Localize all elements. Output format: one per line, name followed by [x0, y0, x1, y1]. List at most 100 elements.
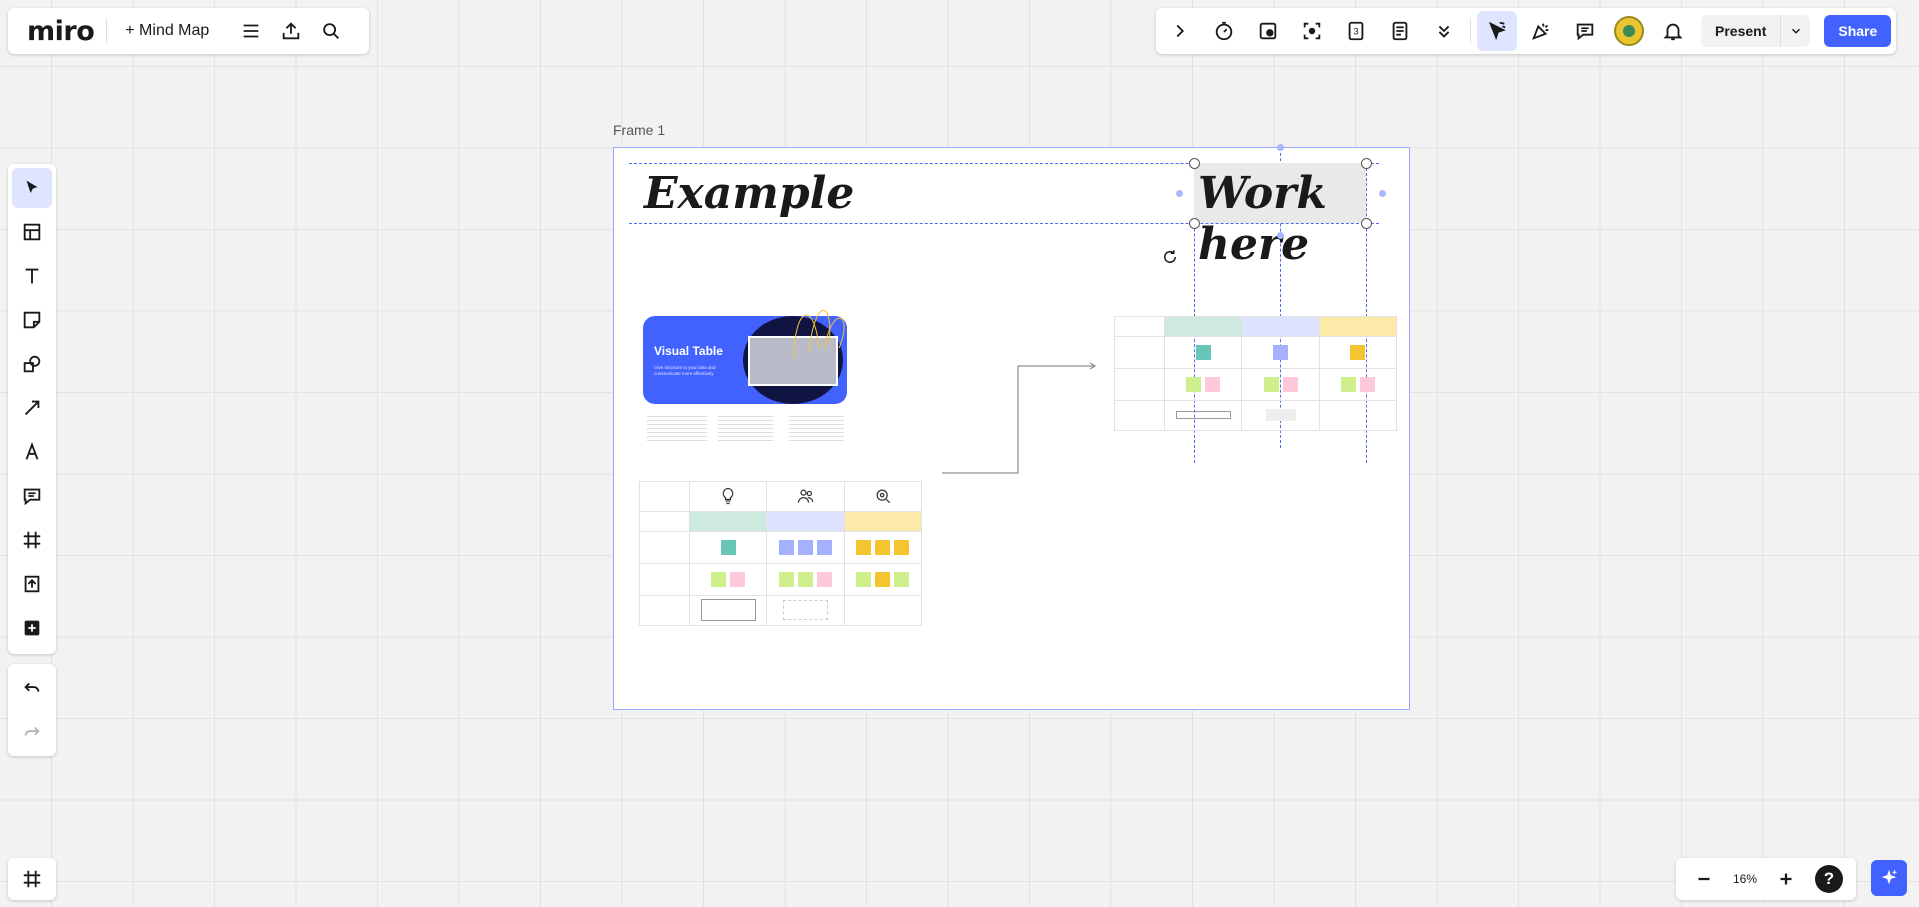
sticky-note[interactable] — [875, 571, 891, 587]
more-apps-icon[interactable] — [12, 608, 52, 648]
rotate-icon[interactable] — [1161, 248, 1179, 271]
table-cell — [1113, 336, 1166, 369]
ai-sparkle-button[interactable] — [1871, 860, 1907, 896]
sticky-note[interactable] — [730, 571, 746, 587]
miro-logo[interactable]: miro — [27, 16, 95, 47]
sticky-note[interactable] — [1273, 344, 1289, 360]
side-handle[interactable] — [1277, 144, 1284, 151]
resize-handle[interactable] — [1189, 218, 1200, 229]
present-button[interactable]: Present — [1701, 23, 1780, 39]
sticky-note[interactable] — [779, 571, 795, 587]
help-button[interactable]: ? — [1814, 865, 1843, 893]
mini-card[interactable] — [783, 600, 829, 620]
comments-icon[interactable] — [1565, 11, 1605, 51]
sticky-note[interactable] — [1359, 376, 1375, 392]
sticky-note[interactable] — [1263, 376, 1279, 392]
undo-redo-panel — [8, 664, 56, 756]
sticky-note[interactable] — [1282, 376, 1298, 392]
sticky-note[interactable] — [1205, 376, 1221, 392]
table-header-cell — [1241, 316, 1320, 337]
svg-text:3: 3 — [1353, 27, 1358, 37]
sticky-note[interactable] — [798, 571, 814, 587]
sticky-note[interactable] — [798, 539, 814, 555]
sticky-note[interactable] — [894, 539, 910, 555]
user-avatar[interactable] — [1609, 11, 1649, 51]
sticky-note[interactable] — [720, 539, 736, 555]
sticky-note[interactable] — [1340, 376, 1356, 392]
chevron-down-icon[interactable] — [1780, 15, 1810, 47]
upload-icon[interactable] — [12, 564, 52, 604]
sticky-note[interactable] — [875, 539, 891, 555]
timer-icon[interactable] — [1204, 11, 1244, 51]
side-handle[interactable] — [1176, 190, 1183, 197]
zoom-in-icon[interactable] — [1771, 864, 1801, 894]
redo-icon[interactable] — [12, 712, 52, 752]
table-cell — [766, 481, 845, 512]
voting-icon[interactable] — [1248, 11, 1288, 51]
frame-icon[interactable] — [12, 520, 52, 560]
sticky-note[interactable] — [1195, 344, 1211, 360]
celebrate-icon[interactable] — [1521, 11, 1561, 51]
collaboration-cursor-icon[interactable] — [1477, 11, 1517, 51]
sticky-note[interactable] — [711, 571, 727, 587]
example-title[interactable]: Example — [644, 168, 854, 219]
table-header-cell — [1164, 316, 1243, 337]
eye-icon — [876, 489, 890, 504]
focus-icon[interactable] — [1292, 11, 1332, 51]
text-tool-icon[interactable] — [12, 256, 52, 296]
zoom-out-icon[interactable] — [1689, 864, 1719, 894]
sticky-note[interactable] — [856, 539, 872, 555]
top-right-toolbar: 3 Present Share — [1156, 8, 1896, 54]
divider — [1470, 19, 1471, 43]
table-cell — [1113, 400, 1166, 431]
shapes-icon[interactable] — [12, 344, 52, 384]
chevron-down-double-icon[interactable] — [1424, 11, 1464, 51]
mini-input[interactable] — [1175, 411, 1231, 419]
zoom-level[interactable]: 16% — [1733, 872, 1757, 886]
table-cell — [638, 563, 691, 596]
countdown-icon[interactable]: 3 — [1336, 11, 1376, 51]
side-handle[interactable] — [1379, 190, 1386, 197]
sticky-note[interactable] — [779, 539, 795, 555]
example-visual-table[interactable] — [638, 481, 923, 626]
bell-icon[interactable] — [1653, 11, 1693, 51]
side-handle[interactable] — [1277, 232, 1284, 239]
comment-icon[interactable] — [12, 476, 52, 516]
select-tool-icon[interactable] — [12, 168, 52, 208]
left-toolbar — [8, 164, 56, 654]
menu-icon[interactable] — [231, 11, 271, 51]
sticky-note[interactable] — [856, 571, 872, 587]
connection-line-icon[interactable] — [12, 388, 52, 428]
chevron-right-icon[interactable] — [1160, 11, 1200, 51]
sticky-note[interactable] — [817, 571, 833, 587]
mini-card[interactable] — [700, 599, 756, 621]
table-cell — [638, 595, 691, 626]
resize-handle[interactable] — [1361, 218, 1372, 229]
sticky-note-icon[interactable] — [12, 300, 52, 340]
undo-icon[interactable] — [12, 668, 52, 708]
resize-handle[interactable] — [1189, 158, 1200, 169]
export-icon[interactable] — [271, 11, 311, 51]
table-cell — [1164, 368, 1243, 401]
pen-icon[interactable] — [12, 432, 52, 472]
sticky-note[interactable] — [894, 571, 910, 587]
work-here-title[interactable]: Work here — [1198, 168, 1409, 270]
mind-map-button[interactable]: + Mind Map — [119, 22, 215, 40]
resize-handle[interactable] — [1361, 158, 1372, 169]
sticky-note[interactable] — [1350, 344, 1366, 360]
notes-icon[interactable] — [1380, 11, 1420, 51]
table-cell — [638, 511, 691, 532]
table-cell — [766, 531, 845, 564]
templates-icon[interactable] — [12, 212, 52, 252]
sticky-note[interactable] — [1186, 376, 1202, 392]
frames-panel-button[interactable] — [8, 858, 56, 900]
sticky-note[interactable] — [817, 539, 833, 555]
present-button-group: Present — [1701, 15, 1811, 47]
table-header-cell — [766, 511, 845, 532]
work-visual-table[interactable] — [1113, 316, 1398, 431]
share-button[interactable]: Share — [1824, 15, 1892, 47]
frame-1[interactable]: Example Work here Visual Table Give stru… — [613, 144, 1410, 710]
frame-label[interactable]: Frame 1 — [613, 122, 665, 138]
search-icon[interactable] — [311, 11, 351, 51]
mini-card[interactable] — [1265, 409, 1296, 421]
